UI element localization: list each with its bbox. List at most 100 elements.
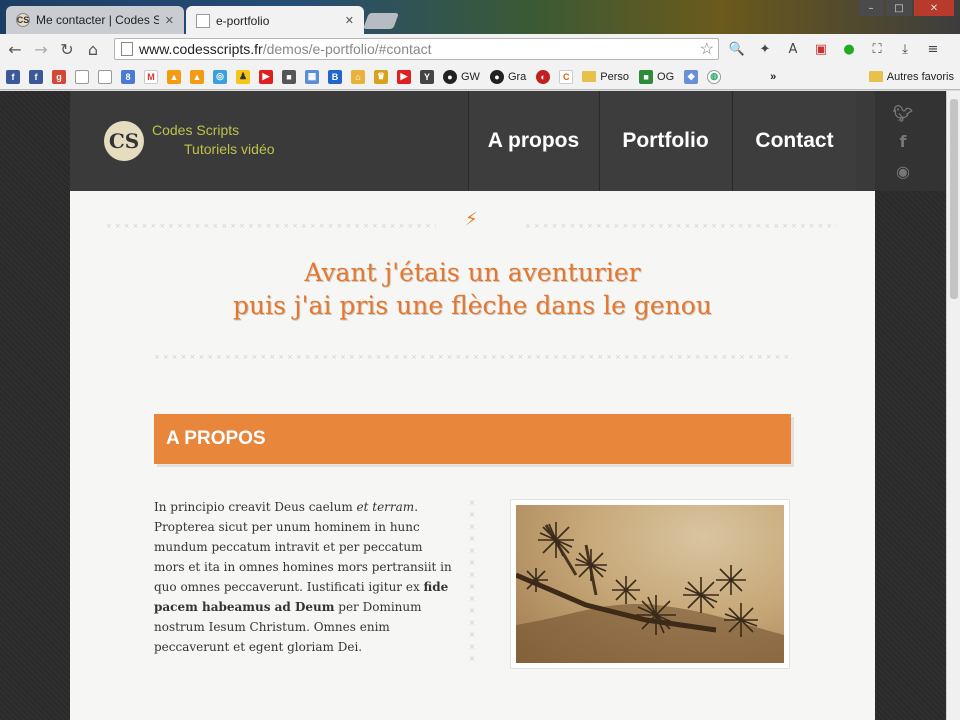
github-icon: ● bbox=[489, 69, 504, 84]
about-text: . Propterea sicut per unum hominem in hu… bbox=[154, 500, 452, 594]
bookmarks-bar: f f g 8 M ▲ ▲ ◎ ♟ ▶ ■ ▦ B ⌂ ♛ ▶ Y ● GW ●… bbox=[0, 64, 960, 90]
bookmark-og[interactable]: ■ OG bbox=[639, 69, 675, 84]
youtube-bookmark-icon[interactable]: ▶ bbox=[259, 69, 273, 84]
facebook-bookmark-icon[interactable]: f bbox=[6, 69, 20, 84]
browser-chrome: CS Me contacter | Codes Scrip ✕ e-portfo… bbox=[0, 0, 960, 91]
lightning-icon: ⚡︎ bbox=[465, 209, 478, 230]
folder-icon bbox=[868, 71, 883, 82]
gmail-bookmark-icon[interactable]: M bbox=[144, 69, 158, 84]
twitter-icon[interactable]: 🐦︎ bbox=[893, 103, 913, 123]
bookmark-label: GW bbox=[461, 70, 480, 83]
google-plus-bookmark-icon[interactable]: g bbox=[52, 69, 66, 84]
download-icon[interactable]: ⤓ bbox=[894, 38, 916, 60]
back-icon[interactable]: ← bbox=[4, 38, 26, 60]
nav-a-propos[interactable]: A propos bbox=[468, 91, 598, 191]
page-viewport: CS Codes Scripts Tutoriels vidéo A propo… bbox=[0, 91, 946, 720]
maximize-icon[interactable]: □ bbox=[886, 0, 912, 16]
hero-title-line2: puis j'ai pris une flèche dans le genou bbox=[233, 291, 712, 320]
c-bookmark-icon[interactable]: C bbox=[559, 69, 574, 84]
dried-flowers-photo bbox=[516, 505, 784, 663]
window-controls: – □ ✕ bbox=[858, 0, 954, 16]
nav-contact[interactable]: Contact bbox=[732, 91, 856, 191]
logo-title[interactable]: Codes Scripts bbox=[152, 122, 239, 138]
person-bookmark-icon[interactable]: ♟ bbox=[236, 69, 250, 84]
house-bookmark-icon[interactable]: ⌂ bbox=[351, 69, 365, 84]
url-path: /demos/e-portfolio/#contact bbox=[262, 41, 432, 57]
section-header: A PROPOS bbox=[154, 414, 791, 464]
nav-portfolio[interactable]: Portfolio bbox=[599, 91, 731, 191]
crown-bookmark-icon[interactable]: ♛ bbox=[374, 69, 388, 84]
bookmark-label: Perso bbox=[600, 70, 630, 83]
pepsi-bookmark-icon[interactable]: ◐ bbox=[536, 69, 551, 84]
page-scrollbar[interactable] bbox=[946, 91, 960, 720]
logo-badge[interactable]: CS bbox=[104, 121, 144, 161]
chart-bookmark-icon[interactable]: ▲ bbox=[190, 69, 204, 84]
bookmark-star-icon[interactable]: ☆ bbox=[700, 39, 714, 59]
scrollbar-thumb[interactable] bbox=[950, 99, 958, 299]
other-bookmarks-label: Autres favoris bbox=[886, 70, 954, 83]
about-photo-frame bbox=[510, 499, 790, 669]
globe-bookmark-icon[interactable]: ◍ bbox=[707, 69, 722, 84]
page-favicon-icon bbox=[196, 13, 210, 28]
decorative-divider: ××××××××××××××××××××××××××××××××××××××××… bbox=[154, 353, 791, 361]
bookmark-label: OG bbox=[657, 70, 675, 83]
bookmark-gw[interactable]: ● GW bbox=[443, 69, 480, 84]
decorative-vertical-divider: × × × × × × × × × × × × × × bbox=[468, 498, 476, 663]
tab-me-contacter[interactable]: CS Me contacter | Codes Scrip ✕ bbox=[6, 6, 184, 34]
og-icon: ■ bbox=[639, 69, 654, 84]
gift-extension-icon[interactable]: ▣ bbox=[810, 38, 832, 60]
dribbble-icon[interactable]: ◉ bbox=[893, 161, 913, 181]
tab-e-portfolio[interactable]: e-portfolio ✕ bbox=[186, 6, 364, 35]
address-bar[interactable]: www.codesscripts.fr /demos/e-portfolio/#… bbox=[114, 38, 719, 60]
bookmark-perso[interactable]: Perso bbox=[582, 71, 629, 83]
globe-bookmark-icon[interactable]: ◎ bbox=[213, 69, 227, 84]
extension-icons: 🔍 ✦ A ▣ ● ⛶ ⤓ ≡ bbox=[726, 38, 944, 60]
folder-icon bbox=[582, 71, 597, 82]
page-icon bbox=[121, 42, 133, 56]
codesscripts-favicon-icon: CS bbox=[16, 13, 30, 27]
minimize-icon[interactable]: – bbox=[858, 0, 884, 16]
decorative-divider: ××××××××××××××××××××××××××××××××××××××××… bbox=[106, 222, 436, 230]
bookmark-label: Gra bbox=[507, 70, 527, 83]
home-icon[interactable]: ⌂ bbox=[82, 38, 104, 60]
forward-icon[interactable]: → bbox=[30, 38, 52, 60]
box-bookmark-icon[interactable]: ■ bbox=[282, 69, 296, 84]
tab-strip: CS Me contacter | Codes Scrip ✕ e-portfo… bbox=[0, 0, 960, 35]
close-icon[interactable]: ✕ bbox=[165, 14, 174, 27]
bookmark-gra[interactable]: ● Gra bbox=[489, 69, 527, 84]
facebook-icon[interactable]: f bbox=[893, 131, 913, 151]
search-extension-icon[interactable]: 🔍 bbox=[726, 38, 748, 60]
shield-bookmark-icon[interactable]: ◆ bbox=[684, 69, 699, 84]
window-close-icon[interactable]: ✕ bbox=[914, 0, 954, 16]
page-bookmark-icon[interactable] bbox=[98, 69, 112, 84]
circle-extension-icon[interactable]: ● bbox=[838, 38, 860, 60]
fullscreen-icon[interactable]: ⛶ bbox=[866, 38, 888, 60]
new-tab-button[interactable] bbox=[363, 13, 399, 29]
translate-extension-icon[interactable]: A bbox=[782, 38, 804, 60]
tools-extension-icon[interactable]: ✦ bbox=[754, 38, 776, 60]
youtube-bookmark-icon[interactable]: ▶ bbox=[397, 69, 411, 84]
menu-icon[interactable]: ≡ bbox=[922, 38, 944, 60]
bookmarks-overflow[interactable]: » bbox=[770, 71, 776, 83]
about-text-italic: et terram bbox=[356, 500, 415, 514]
browser-toolbar: ← → ↻ ⌂ www.codesscripts.fr /demos/e-por… bbox=[0, 34, 960, 64]
google-bookmark-icon[interactable]: 8 bbox=[121, 69, 135, 84]
decorative-divider: ××××××××××××××××××××××××××××××××××××××××… bbox=[525, 222, 837, 230]
grid-bookmark-icon[interactable]: ▦ bbox=[305, 69, 319, 84]
url-domain: www.codesscripts.fr bbox=[139, 41, 263, 57]
section-title: A PROPOS bbox=[166, 428, 266, 449]
y-bookmark-icon[interactable]: Y bbox=[420, 69, 434, 84]
tab-title: e-portfolio bbox=[216, 13, 270, 28]
site-header: CS Codes Scripts Tutoriels vidéo A propo… bbox=[70, 91, 875, 191]
logo-subtitle[interactable]: Tutoriels vidéo bbox=[184, 141, 275, 157]
reload-icon[interactable]: ↻ bbox=[56, 38, 78, 60]
page-bookmark-icon[interactable] bbox=[75, 69, 89, 84]
close-icon[interactable]: ✕ bbox=[345, 14, 354, 27]
facebook-bookmark-icon[interactable]: f bbox=[29, 69, 43, 84]
photo-illustration bbox=[516, 522, 784, 663]
social-links: 🐦︎ f ◉ bbox=[875, 91, 945, 191]
chart-bookmark-icon[interactable]: ▲ bbox=[167, 69, 181, 84]
b-bookmark-icon[interactable]: B bbox=[328, 69, 342, 84]
hero-title-line1: Avant j'étais un aventurier bbox=[304, 258, 641, 287]
other-bookmarks[interactable]: Autres favoris bbox=[868, 70, 954, 83]
